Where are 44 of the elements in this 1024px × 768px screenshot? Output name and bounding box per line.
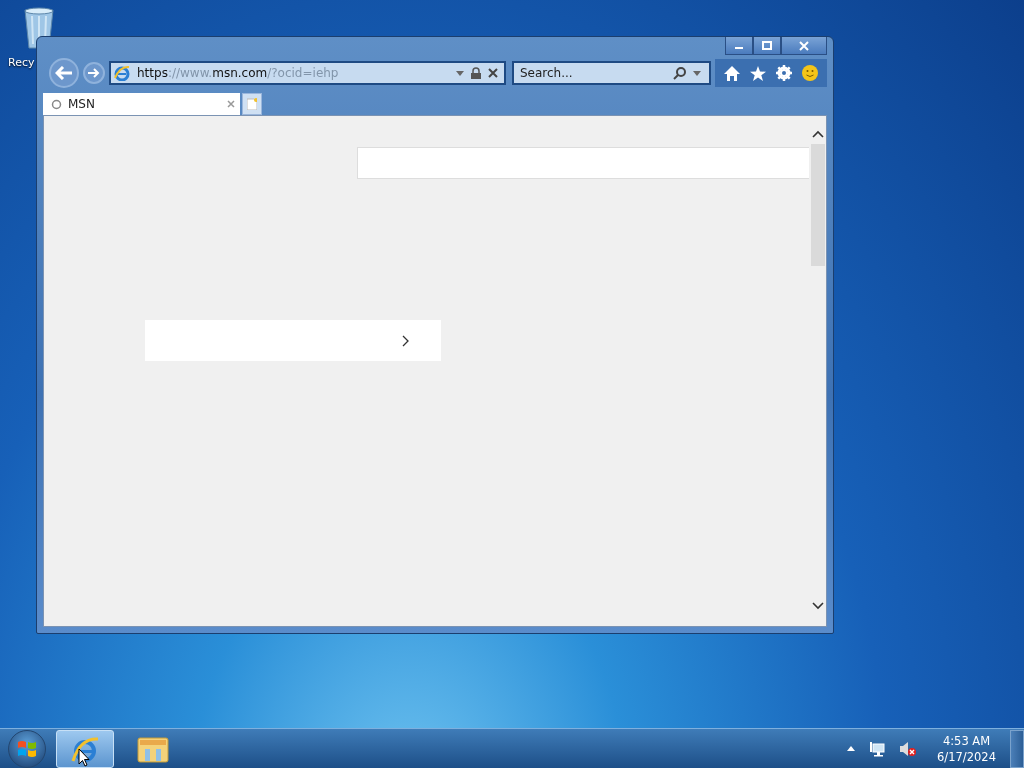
network-icon[interactable]: [869, 740, 886, 757]
show-hidden-icons-icon[interactable]: [847, 746, 856, 751]
back-button[interactable]: [49, 58, 79, 88]
url-text: https://www.msn.com/?ocid=iehp: [137, 66, 340, 80]
show-desktop-button[interactable]: [1010, 729, 1024, 768]
scroll-down-icon[interactable]: [811, 602, 824, 610]
maximize-icon[interactable]: [762, 40, 772, 51]
muted-speaker-icon[interactable]: [899, 740, 918, 757]
start-button[interactable]: [8, 729, 46, 768]
scrollbar-thumb[interactable]: [810, 144, 825, 266]
close-tab-icon[interactable]: [227, 100, 235, 108]
scroll-up-icon[interactable]: [811, 130, 824, 138]
browser-logo-icon: [114, 65, 130, 81]
search-field[interactable]: Search...: [520, 66, 667, 80]
lock-icon[interactable]: [471, 67, 481, 79]
browser-logo-icon[interactable]: [70, 734, 100, 763]
close-icon[interactable]: [799, 40, 809, 51]
clock-date: 6/17/2024: [937, 748, 996, 765]
minimize-button[interactable]: [725, 37, 753, 55]
address-bar[interactable]: https://www.msn.com/?ocid=iehp: [109, 61, 506, 85]
star-icon[interactable]: [750, 65, 766, 81]
search-icon[interactable]: [673, 66, 687, 80]
dropdown-icon[interactable]: [693, 70, 701, 76]
stop-icon[interactable]: [488, 68, 498, 78]
maximize-button[interactable]: [753, 37, 781, 55]
browser-tab[interactable]: MSN: [43, 93, 240, 115]
smiley-icon[interactable]: [802, 65, 818, 81]
close-button[interactable]: [781, 37, 827, 55]
loading-icon: [51, 98, 62, 110]
back-arrow-icon[interactable]: [55, 66, 73, 80]
desktop-icon-label[interactable]: Recy: [8, 56, 35, 69]
forward-button[interactable]: [83, 62, 105, 84]
browser-taskbar-button[interactable]: [56, 729, 114, 768]
settings-icon[interactable]: [776, 65, 792, 81]
mouse-cursor-icon: [78, 748, 90, 767]
forward-arrow-icon[interactable]: [88, 68, 100, 78]
chevron-right-icon[interactable]: [402, 334, 409, 347]
clock[interactable]: 4:53 AM 6/17/2024: [937, 732, 996, 765]
search-bar[interactable]: Search...: [512, 61, 711, 85]
dropdown-icon[interactable]: [456, 70, 464, 76]
folder-icon[interactable]: [137, 734, 169, 763]
home-icon[interactable]: [724, 65, 740, 81]
clock-time: 4:53 AM: [942, 732, 991, 749]
windows-logo-icon[interactable]: [17, 738, 37, 759]
